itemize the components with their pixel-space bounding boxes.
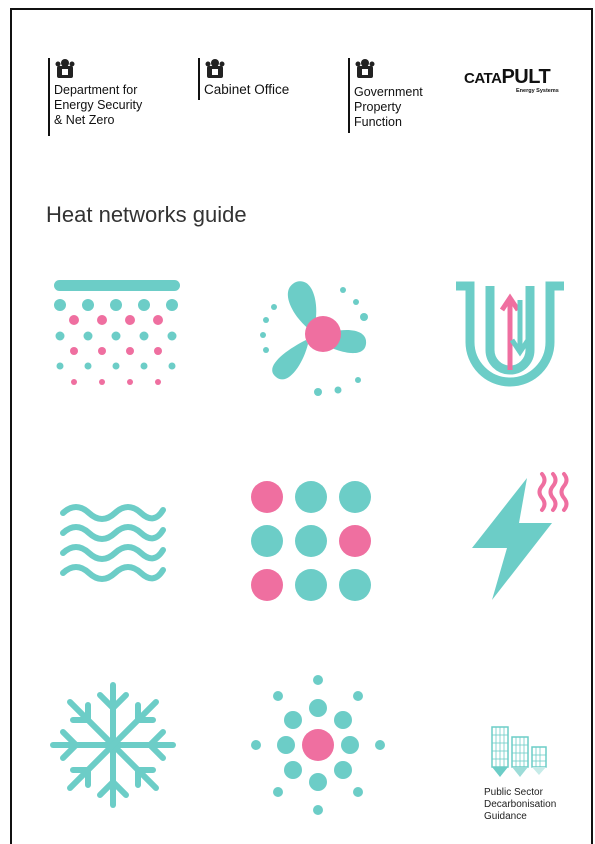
logo-line: Function bbox=[354, 115, 402, 129]
u-pipe-flow-icon bbox=[456, 281, 564, 387]
logo-line: Cabinet Office bbox=[204, 82, 290, 97]
fan-icon bbox=[260, 281, 368, 396]
dot-grid-icon bbox=[251, 481, 371, 601]
logo-rule bbox=[348, 58, 350, 133]
logo-line: Government bbox=[354, 85, 423, 99]
catapult-logo: CATAPULT Energy Systems bbox=[464, 66, 559, 94]
electric-heat-icon bbox=[472, 472, 569, 600]
logo-line: Department for bbox=[54, 83, 138, 97]
royal-crest-icon bbox=[55, 59, 75, 78]
psdg-line: Decarbonisation bbox=[484, 799, 557, 810]
psdg-label: Public Sector Decarbonisation Guidance bbox=[484, 787, 556, 823]
radial-dots-icon bbox=[251, 675, 385, 815]
catapult-subtitle: Energy Systems bbox=[516, 88, 559, 94]
logo-rule bbox=[198, 58, 200, 100]
psdg-badge: Public Sector Decarbonisation Guidance bbox=[484, 723, 564, 822]
page-title: Heat networks guide bbox=[46, 202, 247, 227]
royal-crest-icon bbox=[205, 59, 225, 78]
sprinkler-icon bbox=[54, 280, 180, 385]
waves-icon bbox=[60, 504, 166, 582]
logo-line: Property bbox=[354, 100, 402, 114]
logo-rule bbox=[48, 58, 50, 136]
royal-crest-icon bbox=[355, 59, 375, 78]
logo-line: Energy Security bbox=[54, 98, 143, 112]
logo-line: & Net Zero bbox=[54, 113, 115, 127]
catapult-wordmark: CATAPULT bbox=[464, 66, 551, 88]
psdg-line: Guidance bbox=[484, 811, 527, 822]
snowflake-icon bbox=[50, 682, 176, 808]
document-page: Department for Energy Security & Net Zer… bbox=[10, 8, 593, 844]
psdg-line: Public Sector bbox=[484, 787, 543, 798]
buildings-icon bbox=[491, 726, 547, 777]
